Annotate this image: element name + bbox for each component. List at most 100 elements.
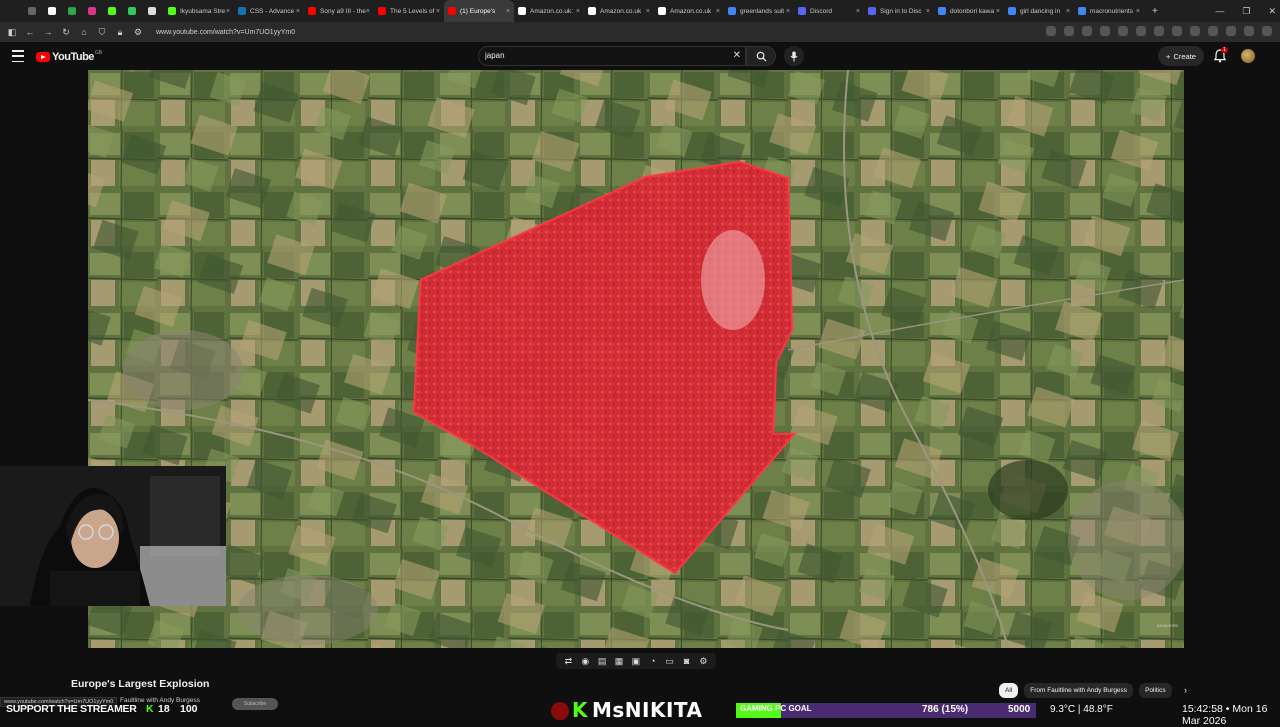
clear-search-icon[interactable]: ✕ [733,50,741,61]
extension-icon[interactable] [1244,26,1254,36]
miniplayer-icon[interactable]: ▣ [630,655,642,667]
chip-politics[interactable]: Politics [1139,683,1172,698]
extension-icon[interactable] [1172,26,1182,36]
tab-label: Sony a9 III - the [320,7,366,15]
search-input[interactable] [485,51,715,60]
site-settings-icon[interactable]: ⚙ [132,27,144,38]
speed-icon[interactable]: ◔ [647,655,659,667]
extension-icon[interactable] [1190,26,1200,36]
extension-icon[interactable] [1100,26,1110,36]
browser-tab[interactable]: (1) Europe's × [444,0,514,22]
tab-favicon-icon [588,7,596,15]
extension-icons [1046,26,1272,36]
browser-tab[interactable]: Sony a9 III - the × [304,0,374,22]
extension-icon[interactable] [1046,26,1056,36]
home-icon[interactable]: ⌂ [78,27,90,37]
tab-close-icon[interactable]: × [366,8,370,15]
captions-icon[interactable]: ▤ [596,655,608,667]
tab-close-icon[interactable]: × [646,8,650,15]
chip-all[interactable]: All [999,683,1019,698]
loop-icon[interactable]: ⇄ [562,655,574,667]
support-target: 100 [180,703,198,715]
tab-close-icon[interactable]: × [786,8,790,15]
browser-tab[interactable]: The 5 Levels of × [374,0,444,22]
tab-close-icon[interactable]: × [296,8,300,15]
tab-close-icon[interactable]: × [1136,8,1140,15]
browser-tab[interactable]: Ikyubsama Stre × [164,0,234,22]
browser-tab[interactable]: CSS - Advance × [234,0,304,22]
notification-badge: 1 [1221,47,1228,53]
browser-menu-icon[interactable] [1262,26,1272,36]
browser-tab[interactable]: Amazon.co.uk: × [514,0,584,22]
close-window-icon[interactable]: ✕ [1268,6,1276,17]
browser-tab[interactable]: macronutrients × [1074,0,1144,22]
shield-icon[interactable]: ⛉ [96,27,108,38]
restore-icon[interactable]: ❐ [1242,6,1250,17]
extension-icon[interactable] [1136,26,1146,36]
extension-icon[interactable] [1118,26,1128,36]
lock-icon[interactable]: 🔒︎ [114,27,126,38]
audio-icon[interactable]: ◉ [579,655,591,667]
tab-close-icon[interactable]: × [436,8,440,15]
browser-tab[interactable]: Amazon.co.uk × [654,0,724,22]
tab-close-icon[interactable]: × [506,8,510,15]
tab-label: girl dancing in [1020,7,1061,15]
kick-icon[interactable] [104,0,124,22]
tab-close-icon[interactable]: × [926,8,930,15]
tab-close-icon[interactable]: × [996,8,1000,15]
chapters-icon[interactable]: ▦ [613,655,625,667]
youtube-wordmark: YouTube [52,51,94,63]
tab-close-icon[interactable]: × [576,8,580,15]
account-avatar[interactable] [1241,49,1255,63]
extension-icon[interactable] [1226,26,1236,36]
youtube-logo[interactable]: YouTube GB [36,50,103,63]
chevron-right-icon[interactable]: › [1184,685,1187,695]
kick-logo: K [572,698,588,722]
chip-from-channel[interactable]: From Faultline with Andy Burgess [1024,683,1134,698]
browser-tab[interactable]: girl dancing in × [1004,0,1074,22]
support-the-streamer-text: SUPPORT THE STREAMER [6,703,137,715]
app-icon[interactable] [64,0,84,22]
hamburger-menu-icon[interactable] [12,50,24,62]
video-player[interactable]: NASA/ESRI [88,70,1184,648]
player-controls: ⇄ ◉ ▤ ▦ ▣ ◔ ▭ ◙ ⚙ [556,653,716,669]
create-button[interactable]: + Create [1158,46,1204,66]
extension-icon[interactable] [1064,26,1074,36]
search-icon [756,51,767,62]
instagram-icon[interactable] [84,0,104,22]
country-code: GB [94,50,103,56]
minimize-icon[interactable]: — [1215,6,1224,16]
tab-close-icon[interactable]: × [856,8,860,15]
theater-mode-icon[interactable]: ▭ [664,655,676,667]
tab-close-icon[interactable]: × [226,8,230,15]
doc-icon[interactable] [144,0,164,22]
settings-gear-icon[interactable]: ⚙ [697,655,709,667]
tab-close-icon[interactable]: × [1066,8,1070,15]
screenshot-icon[interactable]: ◙ [681,655,693,667]
x-icon[interactable] [44,0,64,22]
tab-label: greenlands suit [740,7,785,15]
bookmark-star-icon[interactable] [1082,26,1092,36]
back-icon[interactable]: ← [24,27,36,37]
browser-tab[interactable]: dotonbori kawa × [934,0,1004,22]
browser-tab[interactable]: Amazon.co.uk × [584,0,654,22]
search-button[interactable] [746,46,776,66]
voice-search-button[interactable] [784,46,804,66]
reload-icon[interactable]: ↻ [60,27,72,38]
green-dot-icon[interactable] [124,0,144,22]
browser-tab[interactable]: Discord × [794,0,864,22]
url-field[interactable]: www.youtube.com/watch?v=Um7UO1yyYm0 [156,29,295,36]
tab-favicon-icon [518,7,526,15]
sidebar-toggle-icon[interactable]: ◧ [6,27,18,38]
browser-tab[interactable]: greenlands suit × [724,0,794,22]
pin-tab-icon[interactable] [24,0,44,22]
extension-icon[interactable] [1208,26,1218,36]
goal-current: 786 (15%) [922,704,969,715]
browser-tab[interactable]: Sign in to Disc × [864,0,934,22]
tab-close-icon[interactable]: × [716,8,720,15]
tab-favicon-icon [238,7,246,15]
forward-icon[interactable]: → [42,27,54,37]
new-tab-icon[interactable]: + [1152,6,1158,17]
webcam-overlay [0,466,226,606]
extension-icon[interactable] [1154,26,1164,36]
